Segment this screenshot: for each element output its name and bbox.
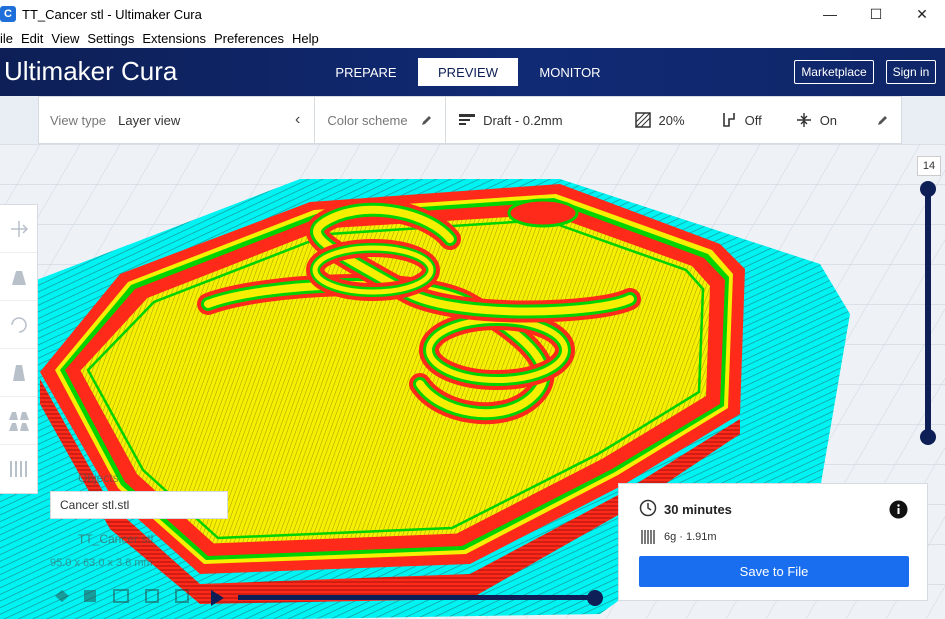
infill-icon xyxy=(634,112,651,128)
menu-view[interactable]: View xyxy=(47,31,83,46)
objects-label[interactable]: Objects xyxy=(78,471,119,485)
support-value: Off xyxy=(744,112,762,128)
chevron-left-icon[interactable]: ‹ xyxy=(295,111,300,129)
marketplace-button[interactable]: Marketplace xyxy=(794,60,874,84)
menu-bar: ile Edit View Settings Extensions Prefer… xyxy=(0,28,945,48)
filament-spool-icon xyxy=(641,530,655,544)
logo-ultimaker: Ultimaker xyxy=(4,56,114,86)
rotate-icon xyxy=(10,316,27,333)
object-name-field[interactable]: Cancer stl.stl xyxy=(50,491,228,519)
window-titlebar: C TT_Cancer stl - Ultimaker Cura — ☐ ✕ xyxy=(0,0,945,28)
maximize-button[interactable]: ☐ xyxy=(853,0,899,28)
stage-tabs: PREPARE PREVIEW MONITOR xyxy=(316,58,622,86)
layer-slider-lower-handle[interactable] xyxy=(920,429,936,445)
material-usage: 6g · 1.91m xyxy=(664,531,717,543)
print-information-panel: 30 minutes 6g · 1.91m Save to File xyxy=(618,483,928,601)
object-list-item[interactable]: TT_Cancer stl xyxy=(78,532,153,546)
pencil-icon[interactable] xyxy=(877,114,889,126)
app-header: Ultimaker Cura PREPARE PREVIEW MONITOR M… xyxy=(0,48,945,96)
layer-slider-track xyxy=(925,189,931,437)
mirror-tool[interactable] xyxy=(0,349,37,397)
color-scheme-label: Color scheme xyxy=(327,112,408,128)
current-layer-number[interactable]: 14 xyxy=(917,156,941,176)
print-settings-summary[interactable]: Draft - 0.2mm 20% Off On xyxy=(446,97,901,143)
rotate-tool[interactable] xyxy=(0,301,37,349)
info-icon[interactable] xyxy=(889,500,908,519)
window-title: TT_Cancer stl - Ultimaker Cura xyxy=(22,6,202,22)
menu-extensions[interactable]: Extensions xyxy=(138,31,210,46)
minimize-button[interactable]: — xyxy=(807,0,853,28)
layer-slider-upper-handle[interactable] xyxy=(920,181,936,197)
tab-preview[interactable]: PREVIEW xyxy=(418,58,518,86)
view-type-selector[interactable]: View type Layer view ‹ xyxy=(39,97,314,143)
model-hanging-hole xyxy=(507,198,579,228)
support-blocker-icon xyxy=(9,461,27,477)
clock-icon xyxy=(639,499,657,517)
view-type-value: Layer view xyxy=(118,112,181,128)
scale-tool[interactable] xyxy=(0,253,37,301)
infill-value: 20% xyxy=(658,112,685,128)
move-tool[interactable] xyxy=(0,205,37,253)
save-to-file-button[interactable]: Save to File xyxy=(639,556,909,587)
adhesion-value: On xyxy=(819,112,838,128)
color-scheme-selector[interactable]: Color scheme xyxy=(315,97,445,143)
print-time: 30 minutes xyxy=(664,502,732,517)
per-model-settings-icon xyxy=(8,411,29,431)
menu-file[interactable]: ile xyxy=(0,31,17,46)
menu-help[interactable]: Help xyxy=(288,31,323,46)
menu-settings[interactable]: Settings xyxy=(83,31,138,46)
pencil-icon[interactable] xyxy=(421,114,433,126)
support-blocker-tool[interactable] xyxy=(0,445,37,493)
profile-layers-icon xyxy=(459,114,476,125)
scale-icon xyxy=(11,270,26,285)
view-type-label: View type xyxy=(50,112,107,128)
mirror-icon xyxy=(12,364,25,381)
logo-cura: Cura xyxy=(121,56,178,86)
ultimaker-cura-logo: Ultimaker Cura xyxy=(4,56,177,87)
cura-app-icon: C xyxy=(0,6,16,22)
tab-monitor[interactable]: MONITOR xyxy=(520,58,620,86)
profile-name: Draft - 0.2mm xyxy=(483,112,563,128)
tool-panel xyxy=(0,204,38,494)
close-button[interactable]: ✕ xyxy=(899,0,945,28)
object-dimensions: 95.0 x 63.0 x 3.8 mm xyxy=(50,557,153,569)
menu-edit[interactable]: Edit xyxy=(17,31,47,46)
adhesion-icon xyxy=(796,113,811,127)
menu-preferences[interactable]: Preferences xyxy=(210,31,288,46)
path-slider-track[interactable] xyxy=(238,595,596,600)
sign-in-button[interactable]: Sign in xyxy=(886,60,936,84)
support-icon xyxy=(722,113,735,127)
per-model-settings-tool[interactable] xyxy=(0,397,37,445)
tab-prepare[interactable]: PREPARE xyxy=(316,58,416,86)
move-icon xyxy=(10,220,28,237)
path-slider-handle[interactable] xyxy=(587,590,603,606)
front-view-icon[interactable] xyxy=(84,590,96,602)
view-toolbar: View type Layer view ‹ Color scheme Draf… xyxy=(38,96,902,144)
window-controls: — ☐ ✕ xyxy=(807,0,945,28)
